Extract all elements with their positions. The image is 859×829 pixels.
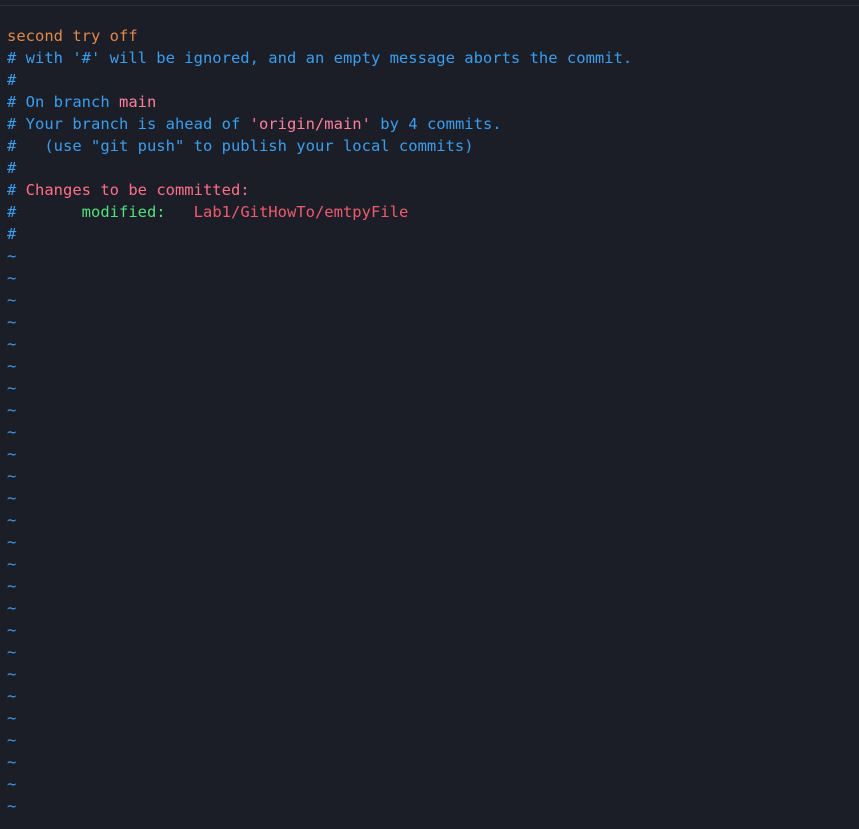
- empty-line-tilde: ~: [7, 753, 17, 771]
- empty-line-tilde: ~: [7, 511, 17, 529]
- empty-line-tilde: ~: [7, 423, 17, 441]
- empty-line-tilde: ~: [7, 467, 17, 485]
- modified-file-path: Lab1/GitHowTo/emtpyFile: [193, 203, 409, 221]
- remote-branch-name: 'origin/main': [249, 115, 371, 133]
- vim-editor[interactable]: second try off # with '#' will be ignore…: [0, 0, 859, 829]
- empty-line-tilde: ~: [7, 247, 17, 265]
- empty-line-tilde: ~: [7, 775, 17, 793]
- modified-hash: #: [7, 203, 82, 221]
- empty-line-tilde: ~: [7, 269, 17, 287]
- ignored-note-line: # with '#' will be ignored, and an empty…: [7, 49, 633, 67]
- ahead-suffix: by 4 commits.: [370, 115, 502, 133]
- on-branch-prefix: # On branch: [7, 93, 119, 111]
- empty-line-tilde: ~: [7, 621, 17, 639]
- empty-line-tilde: ~: [7, 313, 17, 331]
- empty-line-tilde: ~: [7, 335, 17, 353]
- empty-line-tilde: ~: [7, 533, 17, 551]
- window-top-border: [0, 5, 859, 6]
- empty-line-tilde: ~: [7, 577, 17, 595]
- empty-line-tilde: ~: [7, 599, 17, 617]
- empty-line-tilde: ~: [7, 709, 17, 727]
- comment-blank-line: #: [7, 71, 17, 89]
- empty-line-tilde: ~: [7, 555, 17, 573]
- branch-ahead-line: # Your branch is ahead of 'origin/main' …: [7, 113, 859, 135]
- empty-line-tilde: ~: [7, 291, 17, 309]
- empty-line-tilde: ~: [7, 731, 17, 749]
- ahead-prefix: # Your branch is ahead of: [7, 115, 250, 133]
- changes-header: Changes to be committed:: [25, 181, 250, 199]
- changes-hash: #: [7, 181, 26, 199]
- empty-line-tilde: ~: [7, 379, 17, 397]
- empty-line-tilde: ~: [7, 401, 17, 419]
- commit-message-line[interactable]: second try off: [7, 25, 859, 47]
- modified-file-line: # modified: Lab1/GitHowTo/emtpyFile: [7, 201, 859, 223]
- comment-blank-line: #: [7, 225, 17, 243]
- modified-gap: [166, 203, 194, 221]
- push-hint-line: # (use "git push" to publish your local …: [7, 137, 474, 155]
- empty-line-tilde: ~: [7, 665, 17, 683]
- empty-line-tilde: ~: [7, 445, 17, 463]
- changes-header-line: # Changes to be committed:: [7, 179, 859, 201]
- on-branch-line: # On branch main: [7, 91, 859, 113]
- empty-line-markers: ~ ~ ~ ~ ~ ~ ~ ~ ~ ~ ~ ~ ~ ~ ~ ~ ~ ~ ~ ~ ~ ~ ~ ~ ~ ~: [7, 245, 859, 817]
- empty-line-tilde: ~: [7, 643, 17, 661]
- empty-line-tilde: ~: [7, 357, 17, 375]
- modified-label: modified:: [81, 203, 166, 221]
- commit-buffer[interactable]: second try off # with '#' will be ignore…: [7, 25, 859, 817]
- empty-line-tilde: ~: [7, 687, 17, 705]
- branch-name: main: [118, 93, 157, 111]
- comment-blank-line: #: [7, 159, 17, 177]
- empty-line-tilde: ~: [7, 797, 17, 815]
- empty-line-tilde: ~: [7, 489, 17, 507]
